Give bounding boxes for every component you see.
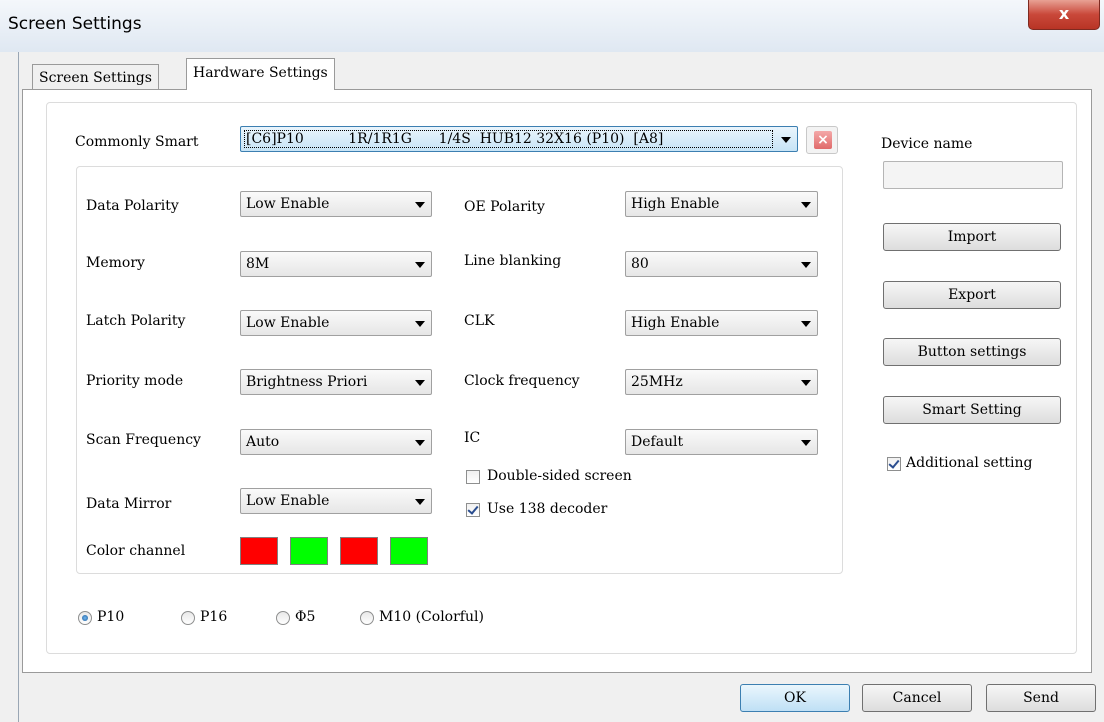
clear-preset-button[interactable]: × bbox=[806, 126, 838, 154]
scan-frequency-dropdown[interactable]: Auto bbox=[240, 429, 432, 455]
smart-setting-button[interactable]: Smart Setting bbox=[883, 396, 1061, 424]
dropdown-value: Brightness Priori bbox=[246, 374, 368, 390]
memory-dropdown[interactable]: 8M bbox=[240, 251, 432, 277]
additional-setting-label: Additional setting bbox=[906, 455, 1033, 471]
export-button[interactable]: Export bbox=[883, 281, 1061, 309]
export-button-label: Export bbox=[948, 287, 996, 303]
double-sided-screen-checkbox[interactable] bbox=[466, 470, 480, 484]
device-name-input[interactable] bbox=[883, 161, 1063, 189]
radio-phi5-label: Φ5 bbox=[295, 609, 316, 625]
color-channel-swatch-2[interactable] bbox=[290, 537, 328, 565]
dropdown-value: Default bbox=[631, 434, 684, 450]
dropdown-value: High Enable bbox=[631, 315, 720, 331]
title-bar: Screen Settings x bbox=[0, 0, 1104, 52]
chevron-down-icon bbox=[415, 499, 425, 505]
clock-frequency-label: Clock frequency bbox=[464, 373, 580, 389]
dropdown-value: Low Enable bbox=[246, 196, 330, 212]
radio-phi5[interactable] bbox=[276, 611, 290, 625]
color-channel-swatch-3[interactable] bbox=[340, 537, 378, 565]
chevron-down-icon bbox=[801, 321, 811, 327]
additional-setting-checkbox[interactable] bbox=[887, 457, 901, 471]
clock-frequency-dropdown[interactable]: 25MHz bbox=[625, 369, 818, 395]
use-138-decoder-label: Use 138 decoder bbox=[487, 501, 608, 517]
latch-polarity-dropdown[interactable]: Low Enable bbox=[240, 310, 432, 336]
chevron-down-icon bbox=[415, 262, 425, 268]
close-button[interactable]: x bbox=[1028, 0, 1100, 30]
radio-p16-label: P16 bbox=[200, 609, 228, 625]
send-button[interactable]: Send bbox=[986, 684, 1096, 712]
device-name-label: Device name bbox=[881, 136, 973, 152]
import-button-label: Import bbox=[947, 229, 997, 245]
line-blanking-label: Line blanking bbox=[464, 253, 562, 269]
chevron-down-icon bbox=[415, 380, 425, 386]
memory-label: Memory bbox=[86, 255, 145, 271]
dropdown-value: 8M bbox=[246, 256, 270, 272]
import-button[interactable]: Import bbox=[883, 223, 1061, 251]
tab-screen-settings[interactable]: Screen Settings bbox=[32, 64, 159, 90]
radio-m10-colorful-label: M10 (Colorful) bbox=[379, 609, 484, 625]
dropdown-value: 80 bbox=[631, 256, 649, 272]
close-icon: x bbox=[1058, 4, 1070, 23]
chevron-down-icon bbox=[801, 440, 811, 446]
data-mirror-dropdown[interactable]: Low Enable bbox=[240, 488, 432, 514]
radio-p16[interactable] bbox=[181, 611, 195, 625]
dropdown-value: 25MHz bbox=[631, 374, 683, 390]
close-icon: × bbox=[814, 131, 832, 149]
commonly-smart-dropdown[interactable]: [C6]P10 1R/1R1G 1/4S HUB12 32X16 (P10) [… bbox=[240, 126, 798, 152]
data-polarity-label: Data Polarity bbox=[86, 198, 179, 214]
double-sided-screen-label: Double-sided screen bbox=[487, 468, 632, 484]
radio-p10-label: P10 bbox=[97, 609, 125, 625]
focus-rect bbox=[244, 130, 773, 148]
priority-mode-dropdown[interactable]: Brightness Priori bbox=[240, 369, 432, 395]
button-settings-label: Button settings bbox=[917, 344, 1027, 360]
priority-mode-label: Priority mode bbox=[86, 373, 184, 389]
chevron-down-icon bbox=[415, 321, 425, 327]
cancel-button-label: Cancel bbox=[892, 690, 942, 706]
smart-setting-label: Smart Setting bbox=[922, 402, 1022, 418]
chevron-down-icon bbox=[801, 262, 811, 268]
chevron-down-icon bbox=[801, 380, 811, 386]
window-title: Screen Settings bbox=[8, 14, 142, 34]
clk-dropdown[interactable]: High Enable bbox=[625, 310, 818, 336]
button-settings-button[interactable]: Button settings bbox=[883, 338, 1061, 366]
use-138-decoder-checkbox[interactable] bbox=[466, 503, 480, 517]
latch-polarity-label: Latch Polarity bbox=[86, 313, 186, 329]
dropdown-value: Low Enable bbox=[246, 493, 330, 509]
data-mirror-label: Data Mirror bbox=[86, 496, 172, 512]
send-button-label: Send bbox=[1023, 690, 1059, 706]
chevron-down-icon bbox=[781, 137, 791, 143]
ok-button-label: OK bbox=[784, 690, 806, 706]
color-channel-swatch-4[interactable] bbox=[390, 537, 428, 565]
tab-label: Screen Settings bbox=[39, 70, 152, 86]
radio-m10-colorful[interactable] bbox=[360, 611, 374, 625]
data-polarity-dropdown[interactable]: Low Enable bbox=[240, 191, 432, 217]
ok-button[interactable]: OK bbox=[740, 684, 850, 712]
dropdown-value: Auto bbox=[246, 434, 280, 450]
tab-hardware-settings[interactable]: Hardware Settings bbox=[186, 58, 335, 90]
color-channel-label: Color channel bbox=[86, 543, 186, 559]
oe-polarity-dropdown[interactable]: High Enable bbox=[625, 191, 818, 217]
radio-p10[interactable] bbox=[78, 611, 92, 625]
commonly-smart-label: Commonly Smart bbox=[75, 134, 199, 150]
chevron-down-icon bbox=[415, 202, 425, 208]
scan-frequency-label: Scan Frequency bbox=[86, 432, 201, 448]
chevron-down-icon bbox=[415, 440, 425, 446]
chevron-down-icon bbox=[801, 202, 811, 208]
dropdown-value: High Enable bbox=[631, 196, 720, 212]
line-blanking-dropdown[interactable]: 80 bbox=[625, 251, 818, 277]
clk-label: CLK bbox=[464, 313, 495, 329]
dropdown-value: Low Enable bbox=[246, 315, 330, 331]
color-channel-swatch-1[interactable] bbox=[240, 537, 278, 565]
ic-label: IC bbox=[464, 430, 481, 446]
tab-label: Hardware Settings bbox=[193, 65, 328, 81]
cancel-button[interactable]: Cancel bbox=[862, 684, 972, 712]
oe-polarity-label: OE Polarity bbox=[464, 199, 545, 215]
ic-dropdown[interactable]: Default bbox=[625, 429, 818, 455]
